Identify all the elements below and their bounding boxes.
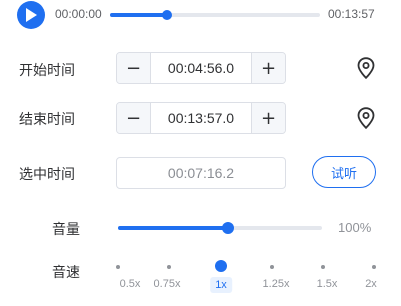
start-time-pin-button[interactable] — [357, 57, 375, 83]
speed-option-3[interactable]: 1.25x — [263, 278, 290, 290]
volume-slider-fill — [118, 226, 229, 230]
start-time-stepper: − 00:04:56.0 + — [116, 52, 286, 84]
play-button[interactable] — [17, 1, 45, 29]
start-time-increase-button[interactable]: + — [251, 53, 285, 83]
speed-stop-dot[interactable] — [269, 265, 274, 269]
volume-slider-handle[interactable] — [222, 222, 235, 234]
speed-stop-dot[interactable] — [320, 265, 325, 269]
speed-option-0[interactable]: 0.5x — [120, 278, 141, 290]
speed-option-4[interactable]: 1.5x — [317, 278, 338, 290]
volume-slider[interactable] — [118, 222, 322, 234]
volume-value: 100% — [338, 220, 372, 235]
start-time-label: 开始时间 — [19, 63, 75, 79]
end-time-increase-button[interactable]: + — [251, 103, 285, 133]
speed-option-2[interactable]: 1x — [210, 277, 232, 293]
playback-progress-fill — [110, 13, 167, 17]
speed-option-5[interactable]: 2x — [365, 278, 377, 290]
end-time-stepper: − 00:13:57.0 + — [116, 102, 286, 134]
end-time-decrease-button[interactable]: − — [117, 103, 151, 133]
speed-slider[interactable] — [116, 260, 376, 272]
speed-stop-dot[interactable] — [167, 265, 172, 269]
playback-progress-handle[interactable] — [161, 10, 172, 20]
current-time: 00:00:00 — [55, 7, 102, 21]
speed-option-labels: 0.5x 0.75x 1x 1.25x 1.5x 2x — [0, 277, 401, 296]
speed-slider-handle[interactable] — [215, 260, 227, 272]
speed-option-1[interactable]: 0.75x — [154, 278, 181, 290]
start-time-decrease-button[interactable]: − — [117, 53, 151, 83]
preview-listen-button[interactable]: 试听 — [312, 156, 376, 188]
total-time: 00:13:57 — [328, 7, 375, 21]
selected-time-label: 选中时间 — [19, 167, 75, 183]
speed-stop-dot[interactable] — [116, 265, 120, 269]
location-pin-icon — [357, 107, 375, 130]
end-time-pin-button[interactable] — [357, 107, 375, 133]
end-time-input[interactable]: 00:13:57.0 — [151, 103, 251, 133]
end-time-label: 结束时间 — [19, 112, 75, 128]
playback-progress-bar[interactable] — [110, 10, 320, 20]
speed-stop-dot[interactable] — [372, 265, 376, 269]
play-icon — [26, 8, 37, 22]
volume-label: 音量 — [52, 222, 80, 238]
location-pin-icon — [357, 57, 375, 80]
start-time-input[interactable]: 00:04:56.0 — [151, 53, 251, 83]
selected-time-display: 00:07:16.2 — [116, 157, 286, 189]
